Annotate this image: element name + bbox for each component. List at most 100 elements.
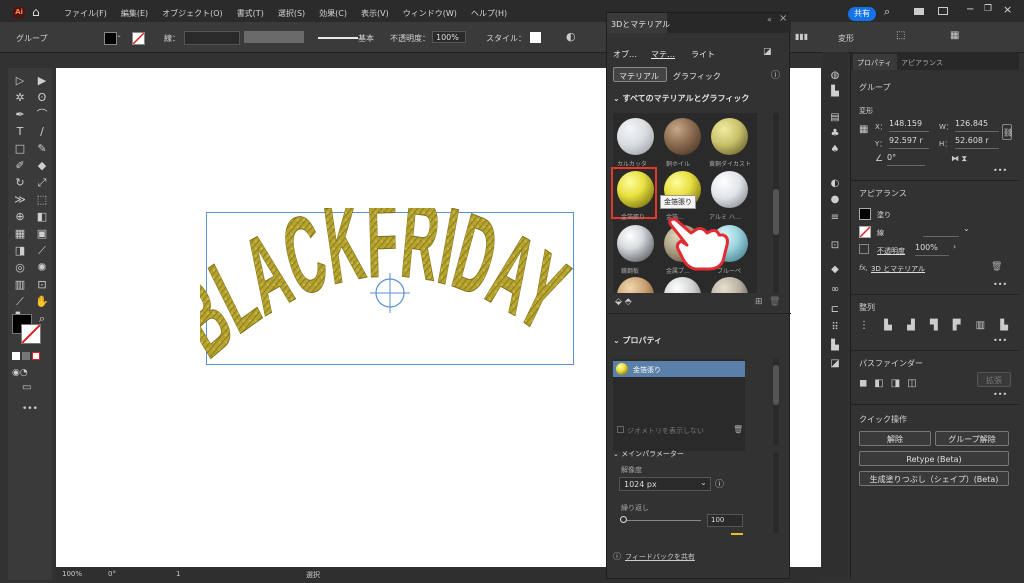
selection-tool-icon[interactable]: ▷ <box>12 74 28 88</box>
menu-object[interactable]: オブジェクト(O) <box>162 8 223 19</box>
tab-properties[interactable]: プロパティ <box>857 58 892 68</box>
width-tool-icon[interactable]: ≫ <box>12 193 28 207</box>
feedback-link[interactable]: フィードバックを共有 <box>625 552 695 562</box>
draw-mode-icon[interactable]: ◉◔ <box>12 368 28 378</box>
recolor-icon[interactable]: ◐ <box>566 30 576 43</box>
material-item[interactable]: カルカッタ <box>615 118 655 168</box>
scale-tool-icon[interactable]: ⤢ <box>34 176 50 190</box>
workspace-icon[interactable] <box>914 8 924 15</box>
chevron-down-icon[interactable]: ⌄ <box>963 224 970 233</box>
subtab-graphics[interactable]: グラフィック <box>673 71 721 82</box>
new-material-icon[interactable]: ⊞ <box>755 297 763 307</box>
line-tool-icon[interactable]: ∕ <box>34 125 50 139</box>
blend-tool-icon[interactable]: ◎ <box>12 261 28 275</box>
menu-file[interactable]: ファイル(F) <box>64 8 107 19</box>
menu-type[interactable]: 書式(T) <box>237 8 264 19</box>
gradient-tool-icon[interactable]: ◨ <box>12 244 28 258</box>
info-icon[interactable]: ⓘ <box>715 477 724 490</box>
free-transform-icon[interactable]: ⬚ <box>34 193 50 207</box>
stroke-swatch[interactable] <box>132 32 145 45</box>
trash-icon[interactable]: 🗑 <box>733 425 743 434</box>
repeat-slider-track[interactable] <box>623 520 701 521</box>
material-swatch-silver[interactable] <box>664 277 701 293</box>
opacity-label[interactable]: 不透明度 <box>877 246 905 256</box>
eyedropper-icon[interactable]: ⟋ <box>34 244 50 258</box>
mesh-tool-icon[interactable]: ▣ <box>34 227 50 241</box>
hide-geometry-checkbox[interactable] <box>617 426 624 433</box>
stroke-weight-input[interactable] <box>923 224 959 237</box>
delete-effect-icon[interactable]: 🗑 <box>991 262 1002 272</box>
artboards-icon[interactable]: ⊡ <box>828 240 842 252</box>
menu-edit[interactable]: 編集(E) <box>121 8 148 19</box>
rotate-input[interactable]: 0° <box>887 153 925 166</box>
lasso-icon[interactable]: ʘ <box>34 91 50 105</box>
info-icon[interactable]: ⓘ <box>771 68 780 81</box>
menu-view[interactable]: 表示(V) <box>361 8 389 19</box>
effect-3d-link[interactable]: 3D とマテリアル <box>871 264 925 274</box>
color-icon[interactable]: ◐ <box>828 178 842 190</box>
y-input[interactable]: 92.597 r <box>889 136 929 149</box>
arrange-icon[interactable] <box>938 7 948 15</box>
type-tool-icon[interactable]: T <box>12 125 28 139</box>
collapse-icon[interactable]: « <box>767 15 772 24</box>
column-graph-icon[interactable]: ▥ <box>12 278 28 292</box>
section-properties[interactable]: ⌄ プロパティ <box>613 335 662 346</box>
menu-select[interactable]: 選択(S) <box>278 8 305 19</box>
panel-title[interactable]: 3Dとマテリアル <box>611 19 670 30</box>
repeat-slider-handle[interactable] <box>620 516 627 523</box>
resolution-select[interactable]: 1024 px ⌄ <box>619 477 711 491</box>
brushes-icon[interactable]: ♠ <box>828 144 842 156</box>
delete-material-icon[interactable]: 🗑 <box>769 297 780 307</box>
opacity-input[interactable]: 100% <box>432 31 466 43</box>
material-item[interactable]: 黄銅ダイカスト <box>709 118 753 168</box>
isolate-icon[interactable]: ⬚ <box>896 30 905 41</box>
pen-tool-icon[interactable]: ✒ <box>12 108 28 122</box>
opacity-input[interactable]: 100% <box>915 243 949 256</box>
eraser-icon[interactable]: ◆ <box>34 159 50 173</box>
material-item[interactable]: 鏡鋼板 <box>615 225 655 275</box>
x-input[interactable]: 148.159 <box>889 119 929 132</box>
subtab-materials[interactable]: マテリアル <box>619 71 659 82</box>
fx-icon[interactable]: fx, <box>859 264 868 272</box>
properties-scrollbar[interactable] <box>773 365 779 405</box>
restore-icon[interactable]: ❐ <box>984 4 992 14</box>
tab-material[interactable]: マテ… <box>651 49 675 60</box>
pathfinder-icon[interactable]: ▙ <box>828 340 842 352</box>
minimize-icon[interactable]: − <box>966 4 974 15</box>
align-icon[interactable]: ⠿ <box>828 322 842 334</box>
shape-builder-icon[interactable]: ⊕ <box>12 210 28 224</box>
h-input[interactable]: 52.608 r <box>955 136 999 149</box>
3d-icon[interactable]: ◆ <box>828 264 842 276</box>
rotate-tool-icon[interactable]: ↻ <box>12 176 28 190</box>
transform-label[interactable]: 変形 <box>838 33 854 44</box>
brush-label[interactable]: 基本 <box>358 33 374 44</box>
tab-appearance[interactable]: アピアランス <box>901 58 943 68</box>
export-icon[interactable]: ◪ <box>828 358 842 370</box>
live-paint-icon[interactable]: ◧ <box>34 210 50 224</box>
more-options-icon[interactable]: ••• <box>993 390 1007 399</box>
panel-close-icon[interactable]: × <box>779 13 787 24</box>
chevron-right-icon[interactable]: › <box>953 242 956 251</box>
slice-tool-icon[interactable]: ⟋ <box>12 295 28 309</box>
repeat-input[interactable]: 100 <box>707 514 743 527</box>
add-material-icon[interactable]: ⬙ ⬘ <box>615 297 632 307</box>
generative-fill-button[interactable]: 生成塗りつぶし（シェイプ）(Beta) <box>859 471 1009 486</box>
stroke-swatch[interactable] <box>859 226 871 238</box>
info-icon[interactable]: ⓘ <box>613 551 621 562</box>
more-options-icon[interactable]: ••• <box>993 280 1007 289</box>
stroke-color-icon[interactable] <box>21 324 41 344</box>
curvature-tool-icon[interactable]: ⌒ <box>34 108 50 122</box>
layers-icon[interactable]: ▤ <box>828 112 842 124</box>
material-scrollbar[interactable] <box>773 189 779 235</box>
paintbrush-icon[interactable]: ✎ <box>34 142 50 156</box>
screen-mode-icon[interactable]: ▭ <box>22 382 31 393</box>
artboard-number[interactable]: 1 <box>176 570 180 578</box>
swatches-icon[interactable]: ● <box>828 194 842 206</box>
links-icon[interactable]: ∞ <box>828 284 842 296</box>
more-options-icon[interactable]: ••• <box>993 336 1007 345</box>
render-icon[interactable]: ◪ <box>763 47 772 57</box>
arrange-docs-icon[interactable]: ▦ <box>950 30 959 41</box>
rectangle-tool-icon[interactable]: □ <box>12 142 28 156</box>
section-all-materials[interactable]: ⌄ すべてのマテリアルとグラフィック <box>613 93 749 104</box>
menu-window[interactable]: ウィンドウ(W) <box>403 8 457 19</box>
